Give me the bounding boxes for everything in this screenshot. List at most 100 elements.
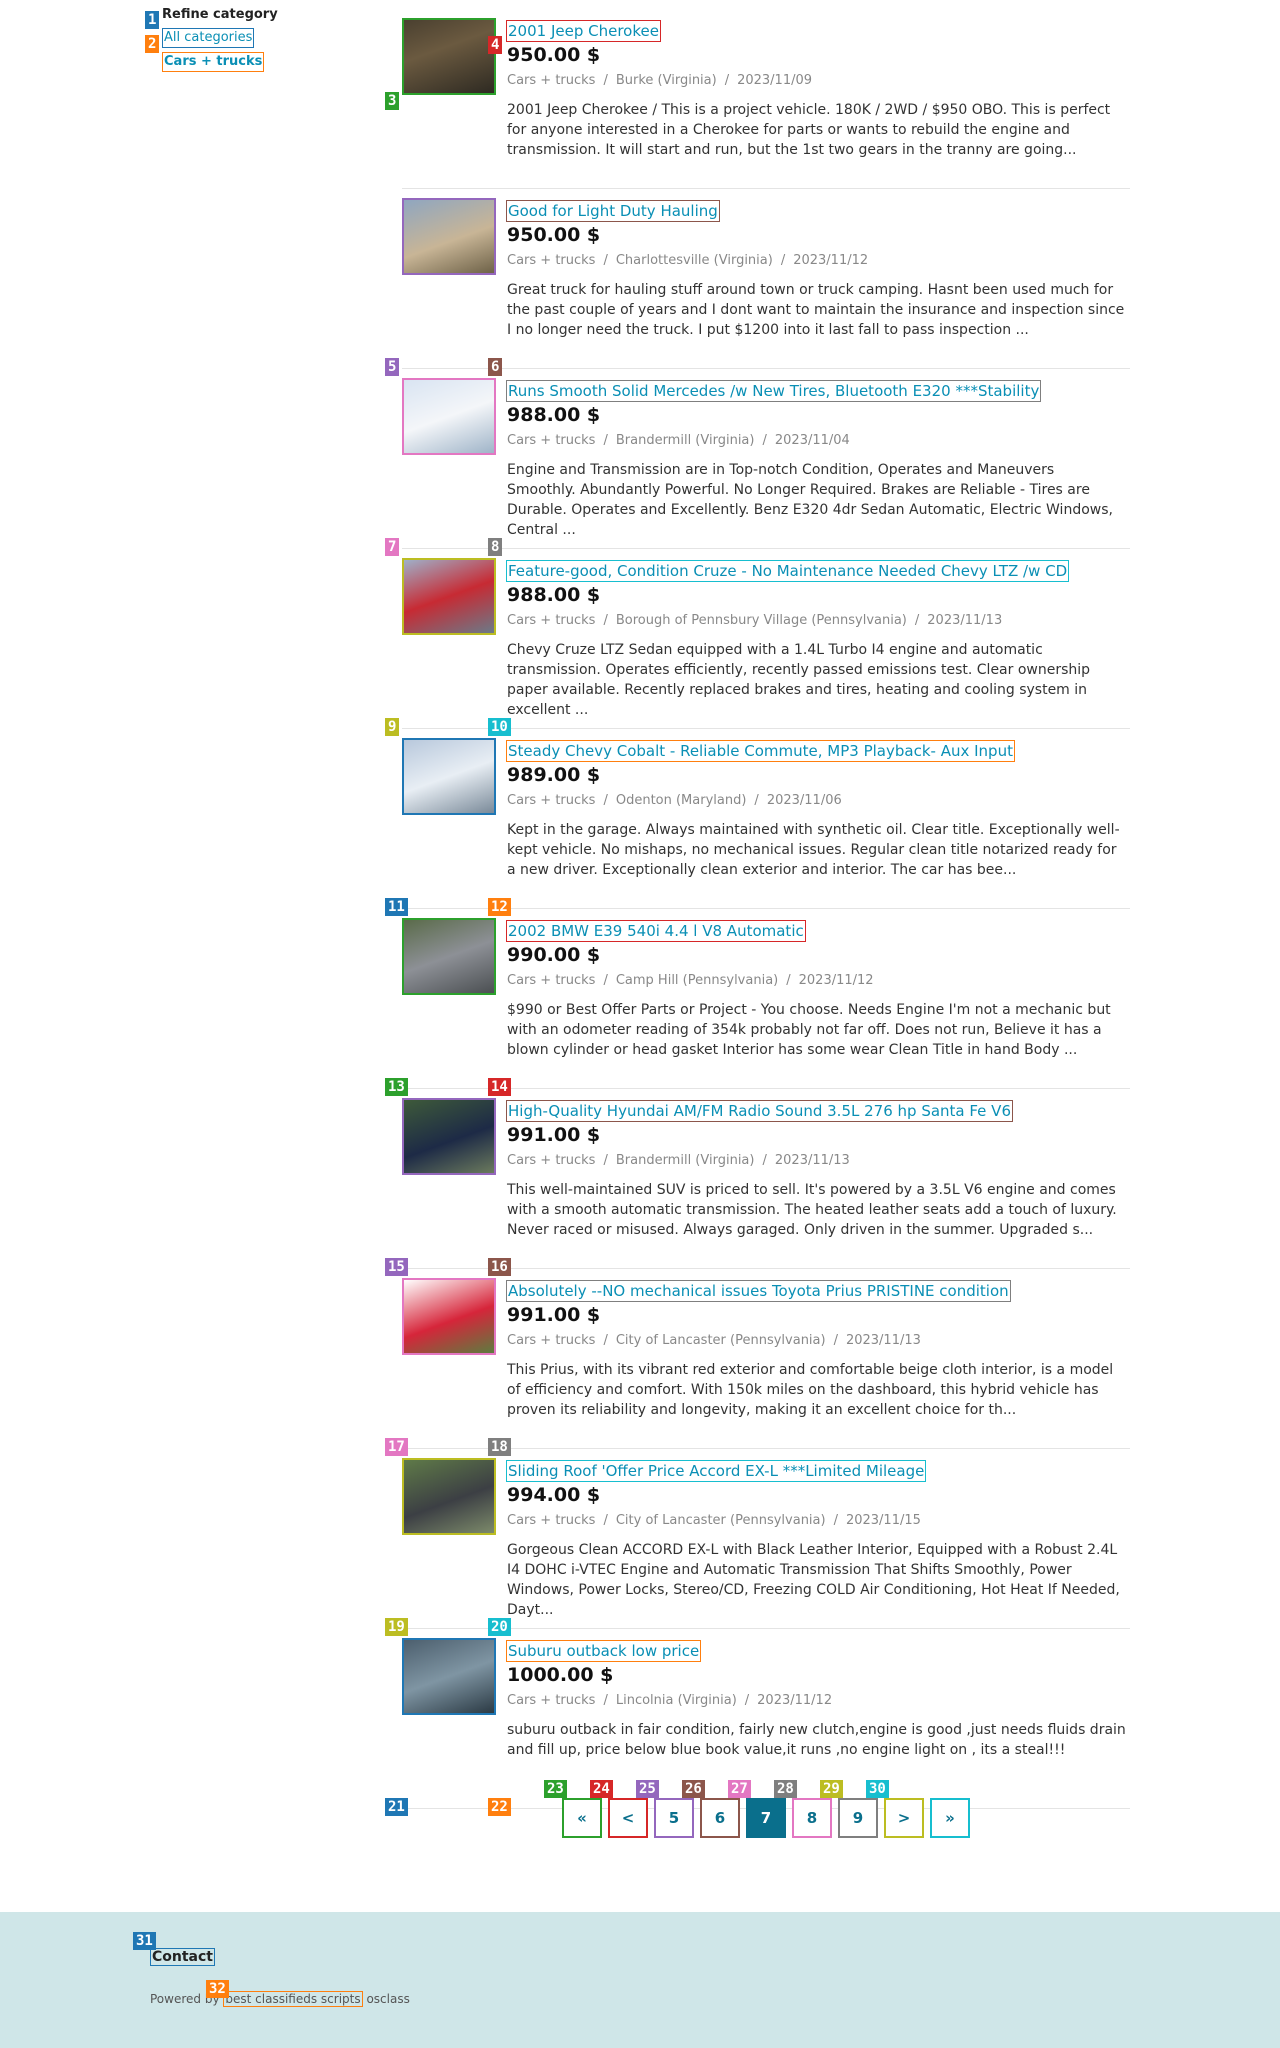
listing-description: $990 or Best Offer Parts or Project - Yo…: [507, 1002, 1111, 1058]
listing-title-link[interactable]: 2001 Jeep Cherokee: [506, 20, 661, 42]
listing-meta: Cars + trucks / Lincolnia (Virginia) / 2023/…: [507, 1693, 832, 1708]
prev-page-button[interactable]: <: [608, 1798, 648, 1838]
meta-separator: /: [762, 433, 767, 448]
footer: Contact Powered by best classifieds scri…: [0, 1912, 1280, 2048]
listing-thumbnail[interactable]: [402, 1638, 496, 1715]
listing-thumbnail[interactable]: [402, 378, 496, 455]
cars-trucks-link[interactable]: Cars + trucks: [162, 52, 265, 72]
listing-location: Charlottesville (Virginia): [615, 253, 773, 268]
som-label: 16: [488, 1258, 511, 1276]
listing-thumbnail[interactable]: [402, 558, 496, 635]
som-label: 2: [145, 35, 160, 53]
listing-meta: Cars + trucks / Camp Hill (Pennsylvania) / 2…: [507, 973, 874, 988]
listing-thumbnail[interactable]: [402, 18, 496, 95]
listing-date: 2023/11/13: [774, 1153, 850, 1168]
som-label: 14: [488, 1078, 511, 1096]
next-page-button[interactable]: >: [884, 1798, 924, 1838]
listing-thumbnail[interactable]: [402, 1098, 496, 1175]
som-label: 19: [385, 1618, 408, 1636]
best-classifieds-scripts-link[interactable]: best classifieds scripts: [223, 1991, 363, 2007]
som-label: 18: [488, 1438, 511, 1456]
som-label: 27: [728, 1780, 751, 1798]
last-page-button[interactable]: »: [930, 1798, 970, 1838]
listing-item: High-Quality Hyundai AM/FM Radio Sound 3…: [402, 1088, 1130, 1269]
som-label: 17: [385, 1438, 408, 1456]
listing-thumbnail[interactable]: [402, 1278, 496, 1355]
listing-date: 2023/11/06: [766, 793, 842, 808]
listing-price: 989.00 $: [507, 764, 601, 786]
refine-category-heading: Refine category: [162, 7, 278, 22]
listing-category: Cars + trucks: [507, 433, 596, 448]
som-label: 30: [866, 1780, 889, 1798]
listing-description: suburu outback in fair condition, fairly…: [507, 1722, 1126, 1758]
listing-price: 950.00 $: [507, 224, 601, 246]
listing-thumbnail[interactable]: [402, 738, 496, 815]
som-label: 6: [488, 358, 503, 376]
listing-date: 2023/11/09: [737, 73, 813, 88]
som-label: 25: [636, 1780, 659, 1798]
listing-title-link[interactable]: Suburu outback low price: [506, 1640, 702, 1662]
listing-item: Good for Light Duty Hauling 950.00 $ Cars …: [402, 188, 1130, 369]
listing-price: 990.00 $: [507, 944, 601, 966]
listing-location: Burke (Virginia): [615, 73, 717, 88]
listing-meta: Cars + trucks / Charlottesville (Virginia)…: [507, 253, 868, 268]
som-label: 10: [488, 718, 511, 736]
listing-title-link[interactable]: Feature-good, Condition Cruze - No Maint…: [506, 560, 1070, 582]
page-7-button[interactable]: 7: [746, 1798, 786, 1838]
listing-description: Great truck for hauling stuff around tow…: [507, 282, 1125, 338]
listing-category: Cars + trucks: [507, 1153, 596, 1168]
som-label: 4: [488, 36, 503, 54]
all-categories-link[interactable]: All categories: [162, 28, 255, 48]
listing-date: 2023/11/13: [927, 613, 1003, 628]
page-5-button[interactable]: 5: [654, 1798, 694, 1838]
som-label: 11: [385, 898, 408, 916]
listing-item: Steady Chevy Cobalt - Reliable Commute, …: [402, 728, 1130, 909]
meta-separator: /: [780, 253, 786, 268]
listing-description: Chevy Cruze LTZ Sedan equipped with a 1.…: [507, 642, 1091, 718]
listing-title-link[interactable]: 2002 BMW E39 540i 4.4 l V8 Automatic: [506, 920, 806, 942]
listing-date: 2023/11/15: [845, 1513, 921, 1528]
listing-category: Cars + trucks: [507, 73, 596, 88]
listing-meta: Cars + trucks / City of Lancaster (Pennsyl…: [507, 1333, 921, 1348]
listing-location: Brandermill (Virginia): [615, 433, 755, 448]
meta-separator: /: [603, 973, 608, 988]
listing-description: This Prius, with its vibrant red exterio…: [507, 1362, 1114, 1418]
som-label: 8: [488, 538, 503, 556]
listing-meta: Cars + trucks / Odenton (Maryland) / 2023/11…: [507, 793, 842, 808]
meta-separator: /: [603, 1333, 608, 1348]
som-label: 22: [488, 1798, 511, 1816]
listing-location: City of Lancaster (Pennsylvania): [615, 1513, 826, 1528]
listing-date: 2023/11/13: [845, 1333, 921, 1348]
meta-separator: /: [724, 73, 730, 88]
listing-title-link[interactable]: Runs Smooth Solid Mercedes /w New Tires,…: [506, 380, 1042, 402]
meta-separator: /: [603, 793, 608, 808]
listing-title-link[interactable]: Good for Light Duty Hauling: [506, 200, 720, 222]
listing-thumbnail[interactable]: [402, 1458, 496, 1535]
meta-separator: /: [603, 1693, 608, 1708]
som-label: 21: [385, 1798, 408, 1816]
listing-title-link[interactable]: Absolutely --NO mechanical issues Toyota…: [506, 1280, 1011, 1302]
listing-title-link[interactable]: Steady Chevy Cobalt - Reliable Commute, …: [506, 740, 1015, 762]
listing-thumbnail[interactable]: [402, 198, 496, 275]
som-label: 3: [385, 92, 400, 110]
listing-price: 994.00 $: [507, 1484, 601, 1506]
page-6-button[interactable]: 6: [700, 1798, 740, 1838]
som-label: 29: [820, 1780, 843, 1798]
first-page-button[interactable]: «: [562, 1798, 602, 1838]
listing-thumbnail[interactable]: [402, 918, 496, 995]
listing-meta: Cars + trucks / Brandermill (Virginia) / 202…: [507, 433, 850, 448]
meta-separator: /: [603, 433, 608, 448]
contact-link[interactable]: Contact: [150, 1948, 215, 1966]
page-8-button[interactable]: 8: [792, 1798, 832, 1838]
listing-title-link[interactable]: Sliding Roof 'Offer Price Accord EX-L **…: [506, 1460, 927, 1482]
listing-location: Camp Hill (Pennsylvania): [615, 973, 779, 988]
page-9-button[interactable]: 9: [838, 1798, 878, 1838]
listing-item: Feature-good, Condition Cruze - No Maint…: [402, 548, 1130, 729]
listing-meta: Cars + trucks / Brandermill (Virginia) / 202…: [507, 1153, 850, 1168]
listing-location: Lincolnia (Virginia): [615, 1693, 737, 1708]
listing-item: Sliding Roof 'Offer Price Accord EX-L **…: [402, 1448, 1130, 1629]
listing-title-link[interactable]: High-Quality Hyundai AM/FM Radio Sound 3…: [506, 1100, 1013, 1122]
listing-date: 2023/11/12: [798, 973, 874, 988]
som-label: 7: [385, 538, 400, 556]
listing-item: Absolutely --NO mechanical issues Toyota…: [402, 1268, 1130, 1449]
